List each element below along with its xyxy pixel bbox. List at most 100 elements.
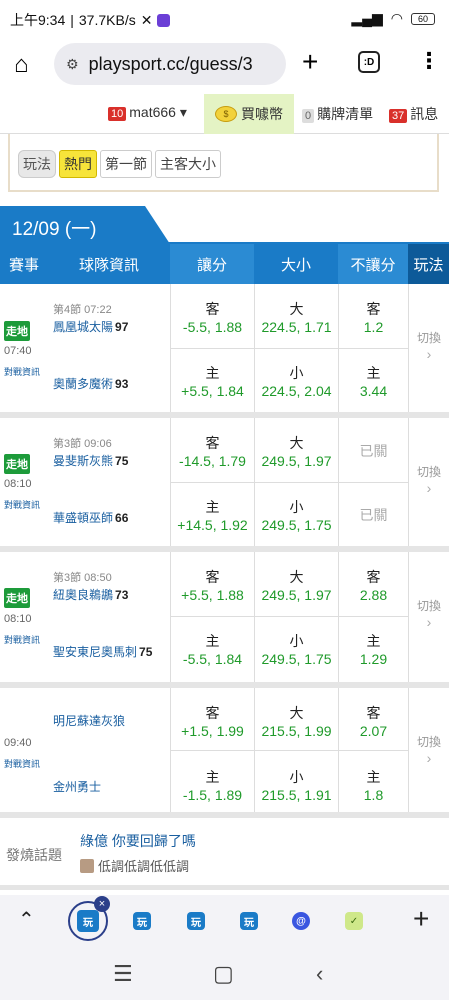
analysis-link[interactable]: 對戰資訊	[4, 757, 40, 770]
chevron-right-icon: ›	[426, 614, 432, 630]
chevron-right-icon: ›	[426, 750, 432, 766]
switch-button[interactable]: 切換 ›	[417, 733, 441, 766]
total-over-odds[interactable]: 大 224.5, 1.71	[255, 300, 338, 336]
site-settings-icon[interactable]: ⚙	[66, 56, 79, 73]
filter-first-quarter[interactable]: 第一節	[100, 150, 152, 178]
home-icon[interactable]: ⌂	[14, 51, 29, 79]
wifi-icon: ◠	[390, 10, 403, 26]
moneyline-home-closed: 已關	[359, 507, 388, 523]
moneyline-home-odds[interactable]: 主 3.44	[339, 364, 408, 400]
chevron-right-icon: ›	[426, 346, 432, 362]
tab-icon[interactable]: 玩	[240, 912, 258, 930]
spread-home-odds[interactable]: 主 -1.5, 1.89	[171, 768, 254, 804]
total-under-odds[interactable]: 小 224.5, 2.04	[255, 364, 338, 400]
home-button-icon[interactable]: ▢	[213, 961, 234, 987]
away-team[interactable]: 紐奧良鵜鶘 73	[53, 586, 128, 603]
game-time: 08:10	[4, 478, 32, 490]
table-header: 賽事 球隊資訊 讓分 大小 不讓分 玩法	[0, 244, 449, 284]
away-team[interactable]: 鳳凰城太陽 97	[53, 318, 128, 335]
game-time: 08:10	[4, 613, 32, 625]
more-menu-icon[interactable]: ⋮	[418, 48, 440, 74]
switch-button[interactable]: 切換 ›	[417, 329, 441, 362]
header-spread: 讓分	[170, 244, 254, 284]
moneyline-away-odds[interactable]: 客 1.2	[339, 300, 408, 336]
analysis-link[interactable]: 對戰資訊	[4, 498, 40, 511]
total-under-odds[interactable]: 小 249.5, 1.75	[255, 632, 338, 668]
spread-home-odds[interactable]: 主 +14.5, 1.92	[171, 498, 254, 534]
total-under-odds[interactable]: 小 249.5, 1.75	[255, 498, 338, 534]
tab-switcher-icon[interactable]: :D	[358, 51, 380, 73]
switch-button[interactable]: 切換 ›	[417, 597, 441, 630]
total-under-odds[interactable]: 小 215.5, 1.91	[255, 768, 338, 804]
tab-icon[interactable]: @	[292, 912, 310, 930]
date-tab[interactable]: 12/09 (一)	[0, 206, 170, 244]
tab-icon[interactable]: ✓	[345, 912, 363, 930]
home-team[interactable]: 華盛頓巫師 66	[53, 509, 128, 526]
moneyline-away-odds[interactable]: 客 2.88	[339, 568, 408, 604]
home-score: 75	[139, 645, 153, 659]
away-team[interactable]: 曼斐斯灰熊 75	[53, 452, 128, 469]
header-team: 球隊資訊	[48, 244, 170, 284]
close-tab-icon[interactable]: ×	[94, 896, 110, 912]
filter-hot[interactable]: 熱門	[59, 150, 97, 178]
header-moneyline: 不讓分	[338, 244, 408, 284]
game-row: 走地 08:10 對戰資訊 第3節 08:50 紐奧良鵜鶘 73 聖安東尼奧馬刺 7…	[0, 552, 449, 688]
mute-icon: ✕	[140, 11, 153, 28]
tab-icon-current[interactable]: 玩	[77, 910, 99, 932]
spread-away-odds[interactable]: 客 -14.5, 1.79	[171, 434, 254, 470]
home-score: 66	[115, 511, 129, 525]
battery-icon: 60	[411, 12, 435, 25]
chevron-up-icon[interactable]: ⌃	[18, 907, 35, 932]
spread-home-odds[interactable]: 主 +5.5, 1.84	[171, 364, 254, 400]
live-badge: 走地	[4, 321, 30, 341]
date-bar: 12/09 (一)	[0, 206, 449, 244]
clock: 上午9:34	[10, 12, 66, 28]
msg-label: 訊息	[410, 106, 439, 122]
home-team[interactable]: 奧蘭多魔術 93	[53, 375, 128, 392]
home-team[interactable]: 聖安東尼奧馬刺 75	[53, 643, 152, 660]
back-icon[interactable]: ‹	[316, 961, 323, 987]
spread-away-odds[interactable]: 客 +1.5, 1.99	[171, 704, 254, 740]
msg-badge: 37	[389, 109, 408, 123]
total-over-odds[interactable]: 大 249.5, 1.97	[255, 434, 338, 470]
filter-home-away-total[interactable]: 主客大小	[155, 150, 221, 178]
recents-icon[interactable]: ☰	[113, 961, 133, 987]
total-over-odds[interactable]: 大 249.5, 1.97	[255, 568, 338, 604]
moneyline-home-odds[interactable]: 主 1.8	[339, 768, 408, 804]
tab-icon[interactable]: 玩	[133, 912, 151, 930]
analysis-link[interactable]: 對戰資訊	[4, 365, 40, 378]
new-tab-icon[interactable]: +	[302, 46, 318, 78]
user-bar: 10 mat666 ▾ $ 買噱幣 0 購牌清單 37 訊息	[0, 94, 449, 134]
moneyline-away-odds[interactable]: 客 2.07	[339, 704, 408, 740]
analysis-link[interactable]: 對戰資訊	[4, 633, 40, 646]
url-bar[interactable]: ⚙ playsport.cc/guess/3	[54, 43, 286, 85]
header-play: 玩法	[408, 244, 449, 284]
moneyline-home-odds[interactable]: 主 1.29	[339, 632, 408, 668]
live-badge: 走地	[4, 454, 30, 474]
away-score: 97	[115, 320, 129, 334]
cart-link[interactable]: 0 購牌清單	[302, 104, 373, 124]
coin-icon: $	[215, 106, 237, 122]
hot-topic: 發燒話題 綠億 你要回歸了嗎 低調低調低低調	[0, 818, 449, 890]
url-text: playsport.cc/guess/3	[88, 53, 253, 74]
home-team[interactable]: 金州勇士	[53, 778, 101, 795]
user-menu[interactable]: 10 mat666 ▾	[108, 104, 187, 121]
total-over-odds[interactable]: 大 215.5, 1.99	[255, 704, 338, 740]
cart-badge: 0	[302, 109, 315, 123]
buy-coins-button[interactable]: $ 買噱幣	[204, 94, 294, 134]
browser-toolbar: ⌂ ⚙ playsport.cc/guess/3 + :D ⋮	[0, 38, 449, 94]
hot-topic-author[interactable]: 低調低調低低調	[80, 856, 189, 875]
switch-button[interactable]: 切換 ›	[417, 463, 441, 496]
game-period: 第4節 07:22	[53, 304, 112, 316]
game-time: 07:40	[4, 345, 32, 357]
new-tab-icon[interactable]: +	[413, 903, 429, 935]
spread-away-odds[interactable]: 客 -5.5, 1.88	[171, 300, 254, 336]
away-team[interactable]: 明尼蘇達灰狼	[53, 712, 125, 729]
tab-icon[interactable]: 玩	[187, 912, 205, 930]
spread-away-odds[interactable]: 客 +5.5, 1.88	[171, 568, 254, 604]
messages-link[interactable]: 37 訊息	[389, 104, 438, 124]
spread-home-odds[interactable]: 主 -5.5, 1.84	[171, 632, 254, 668]
hot-topic-title[interactable]: 綠億 你要回歸了嗎	[80, 831, 196, 851]
system-nav-bar: ☰ ▢ ‹	[0, 949, 449, 1000]
game-time: 09:40	[4, 737, 32, 749]
